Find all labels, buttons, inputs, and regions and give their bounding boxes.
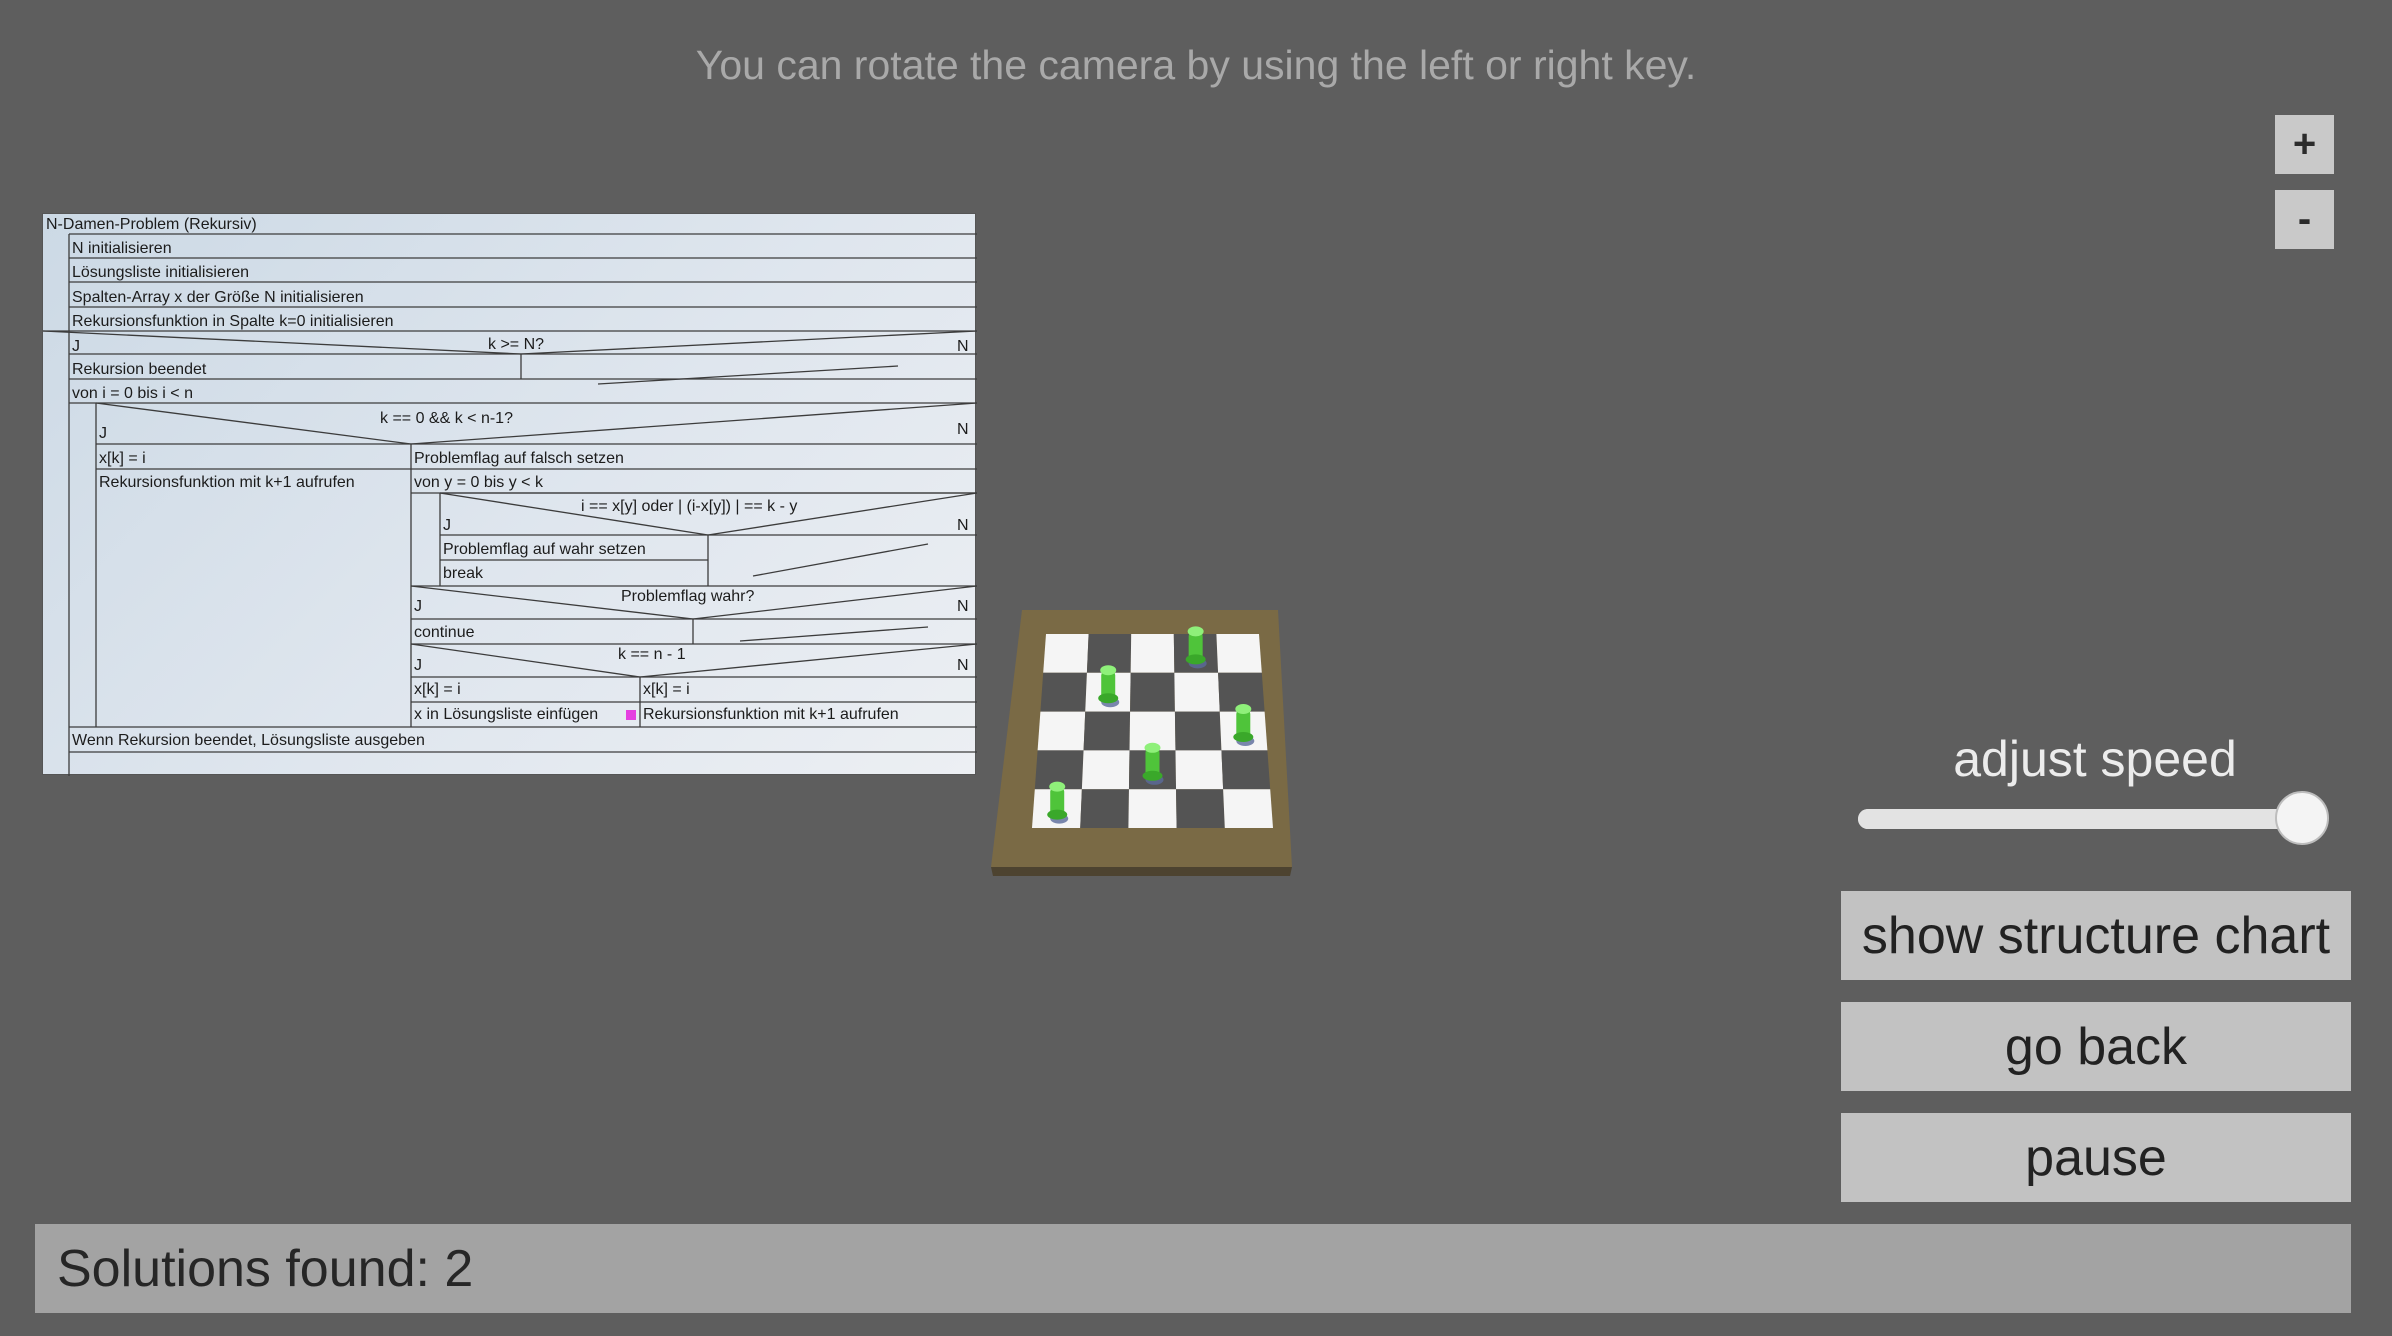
board-square bbox=[1130, 634, 1175, 673]
speed-slider-thumb[interactable] bbox=[2275, 791, 2329, 845]
board-square bbox=[1037, 711, 1086, 751]
chess-board-3d bbox=[985, 600, 1295, 880]
chart-cond2-yes: J bbox=[99, 425, 107, 442]
camera-hint-text: You can rotate the camera by using the l… bbox=[695, 42, 1697, 88]
queen-base bbox=[1142, 770, 1163, 781]
chart-cond3-no: N bbox=[957, 517, 969, 534]
solutions-found-text: Solutions found: 2 bbox=[57, 1239, 474, 1298]
queen-top bbox=[1049, 781, 1066, 792]
chart-init-recursion: Rekursionsfunktion in Spalte k=0 initial… bbox=[72, 313, 394, 330]
board-square bbox=[1223, 789, 1273, 828]
queen-base bbox=[1233, 732, 1254, 742]
board-square bbox=[1128, 789, 1177, 828]
show-structure-chart-button[interactable]: show structure chart bbox=[1841, 891, 2351, 980]
board-square bbox=[1221, 750, 1271, 790]
board-square bbox=[1043, 634, 1089, 673]
chart-break: break bbox=[443, 565, 484, 582]
chart-cond3: i == x[y] oder | (i-x[y]) | == k - y bbox=[581, 498, 798, 515]
chart-cond5-no: N bbox=[957, 657, 969, 674]
zoom-out-button[interactable]: - bbox=[2275, 190, 2334, 249]
go-back-button[interactable]: go back bbox=[1841, 1002, 2351, 1091]
chart-highlight-marker bbox=[626, 710, 636, 720]
chart-cond1-no: N bbox=[957, 338, 969, 355]
chart-loop2: von y = 0 bis y < k bbox=[414, 474, 543, 491]
board-square bbox=[1216, 634, 1262, 673]
chart-continue: continue bbox=[414, 624, 475, 641]
chart-init-n: N initialisieren bbox=[72, 240, 172, 257]
chart-call1: Rekursionsfunktion mit k+1 aufrufen bbox=[99, 474, 355, 491]
chart-cond3-yes: J bbox=[443, 517, 451, 534]
chart-assign3: x[k] = i bbox=[643, 681, 690, 698]
zoom-in-button[interactable]: + bbox=[2275, 115, 2334, 174]
board-square bbox=[1081, 750, 1130, 790]
board-square bbox=[1174, 711, 1222, 751]
chart-cond5: k == n - 1 bbox=[618, 646, 686, 663]
chart-loop1: von i = 0 bis i < n bbox=[72, 385, 193, 402]
chart-assign1: x[k] = i bbox=[99, 450, 146, 467]
chart-title: N-Damen-Problem (Rekursiv) bbox=[46, 216, 257, 233]
board-square bbox=[1175, 750, 1224, 790]
chart-cond1: k >= N? bbox=[488, 336, 545, 353]
board-square bbox=[1130, 672, 1175, 712]
chart-output: Wenn Rekursion beendet, Lösungsliste aus… bbox=[72, 732, 425, 749]
speed-label: adjust speed bbox=[1953, 731, 2237, 787]
chart-init-list: Lösungsliste initialisieren bbox=[72, 264, 249, 281]
queen-top bbox=[1144, 742, 1161, 753]
chart-cond5-yes: J bbox=[414, 657, 422, 674]
speed-slider-track[interactable] bbox=[1858, 809, 2308, 829]
chart-cond4: Problemflag wahr? bbox=[621, 588, 755, 605]
queen-top bbox=[1187, 626, 1204, 637]
chart-assign2: x[k] = i bbox=[414, 681, 461, 698]
chart-flag-true: Problemflag auf wahr setzen bbox=[443, 541, 646, 558]
structure-chart: N-Damen-Problem (Rekursiv) N initialisie… bbox=[42, 213, 977, 776]
chart-cond2: k == 0 && k < n-1? bbox=[380, 410, 513, 427]
board-square bbox=[1174, 672, 1220, 712]
queen-base bbox=[1185, 654, 1206, 665]
board-square bbox=[1176, 789, 1225, 828]
chart-flag-false: Problemflag auf falsch setzen bbox=[414, 450, 624, 467]
queen-base bbox=[1098, 693, 1119, 704]
board-square bbox=[1040, 672, 1087, 712]
chart-cond2-no: N bbox=[957, 421, 969, 438]
status-bar: Solutions found: 2 bbox=[35, 1224, 2351, 1313]
chart-call2: Rekursionsfunktion mit k+1 aufrufen bbox=[643, 706, 899, 723]
chart-init-array: Spalten-Array x der Größe N initialisier… bbox=[72, 289, 364, 306]
chess-board bbox=[991, 610, 1292, 876]
pause-button[interactable]: pause bbox=[1841, 1113, 2351, 1202]
chart-recursion-done: Rekursion beendet bbox=[72, 361, 207, 378]
board-square bbox=[1080, 789, 1129, 828]
queen-top bbox=[1235, 704, 1252, 714]
chart-cond1-yes: J bbox=[72, 338, 80, 355]
chart-cond4-no: N bbox=[957, 598, 969, 615]
queen-top bbox=[1100, 665, 1117, 676]
chart-insert-list: x in Lösungsliste einfügen bbox=[414, 706, 599, 723]
speed-slider-fill bbox=[1858, 809, 2308, 829]
queen-base bbox=[1047, 809, 1068, 820]
board-frame-edge bbox=[991, 867, 1292, 876]
board-square bbox=[1083, 711, 1131, 751]
chart-cond4-yes: J bbox=[414, 598, 422, 615]
